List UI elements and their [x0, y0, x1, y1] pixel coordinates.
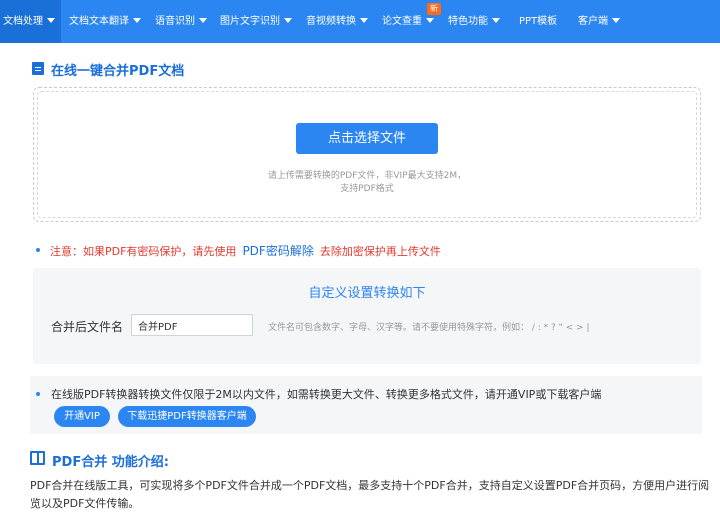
book-icon — [30, 451, 45, 465]
nav-item-av-convert[interactable]: 音视频转换 — [306, 0, 368, 43]
nav-item-speech-recognition[interactable]: 语音识别 — [155, 0, 207, 43]
bullet-dot — [36, 392, 40, 396]
nav-item-label: 文档文本翻译 — [69, 16, 129, 27]
notice-prefix: 注意：如果PDF有密码保护，请先使用 — [50, 245, 237, 258]
chevron-down-icon — [133, 18, 141, 23]
select-file-button[interactable]: 点击选择文件 — [296, 123, 438, 154]
filename-hint: 文件名可包含数字、字母、汉字等。请不要使用特殊字符，例如： / : * ? " … — [268, 323, 590, 333]
nav-item-ppt-templates[interactable]: PPT模板 — [519, 0, 557, 43]
settings-title: 自定义设置转换如下 — [308, 286, 426, 301]
nav-item-label: 客户端 — [578, 16, 608, 27]
chevron-down-icon — [47, 18, 55, 23]
chevron-down-icon — [612, 18, 620, 23]
document-icon — [32, 62, 44, 75]
chevron-down-icon — [360, 18, 368, 23]
vip-limit-text: 在线版PDF转换器转换文件仅限于2M以内文件，如需转换更大文件、转换更多格式文件… — [51, 388, 602, 401]
chevron-down-icon — [284, 18, 292, 23]
nav-item-doc-translate[interactable]: 文档文本翻译 — [69, 0, 141, 43]
intro-body: PDF合并在线版工具，可实现将多个PDF文件合并成一个PDF文档，最多支持十个P… — [30, 479, 710, 510]
bullet-dot — [36, 248, 40, 252]
nav-item-label: 语音识别 — [155, 16, 195, 27]
chevron-down-icon — [199, 18, 207, 23]
nav-item-client[interactable]: 客户端 — [578, 0, 620, 43]
vip-panel: 在线版PDF转换器转换文件仅限于2M以内文件，如需转换更大文件、转换更多格式文件… — [30, 376, 702, 434]
chevron-down-icon — [426, 18, 434, 23]
intro-title: PDF合并 功能介绍: — [52, 455, 169, 470]
nav-item-label: 图片文字识别 — [220, 16, 280, 27]
pdf-password-remove-link[interactable]: PDF密码解除 — [242, 244, 313, 258]
nav-item-label: 特色功能 — [448, 16, 488, 27]
upload-hint-line2: 支持PDF格式 — [340, 184, 394, 194]
nav-item-label: 文档处理 — [3, 16, 43, 27]
nav-item-image-ocr[interactable]: 图片文字识别 — [220, 0, 292, 43]
nav-item-doc-processing[interactable]: 文档处理 — [0, 0, 61, 43]
nav-item-label: 音视频转换 — [306, 16, 356, 27]
nav-item-label: PPT模板 — [519, 16, 558, 27]
filename-input[interactable] — [131, 314, 253, 336]
open-vip-button[interactable]: 开通VIP — [54, 406, 110, 427]
settings-panel: 自定义设置转换如下 合并后文件名 文件名可包含数字、字母、汉字等。请不要使用特殊… — [33, 268, 701, 364]
upload-dropzone[interactable]: 点击选择文件 请上传需要转换的PDF文件，非VIP最大支持2M， 支持PDF格式 — [33, 87, 701, 222]
filename-label: 合并后文件名 — [51, 320, 124, 334]
nav-item-featured[interactable]: 特色功能 — [448, 0, 500, 43]
password-notice: 注意：如果PDF有密码保护，请先使用 PDF密码解除 去除加密保护再上传文件 — [50, 242, 441, 259]
upload-hint-line1: 请上传需要转换的PDF文件，非VIP最大支持2M， — [267, 171, 467, 181]
nav-item-label: 论文查重 — [382, 16, 422, 27]
chevron-down-icon — [492, 18, 500, 23]
top-nav: 文档处理 文档文本翻译 语音识别 图片文字识别 音视频转换 论文查重 特色功能 … — [0, 0, 720, 43]
download-client-button[interactable]: 下载迅捷PDF转换器客户端 — [118, 406, 256, 427]
new-badge: 新 — [427, 3, 441, 15]
page-title: 在线一键合并PDF文档 — [51, 64, 185, 79]
notice-suffix: 去除加密保护再上传文件 — [319, 245, 441, 258]
